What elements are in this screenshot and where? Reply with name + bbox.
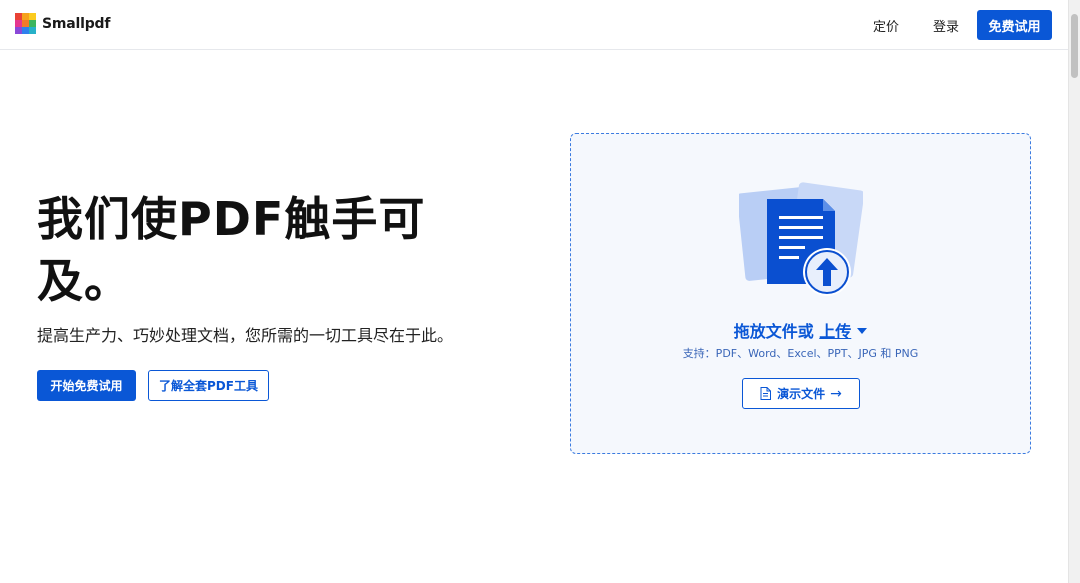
hero-subtitle: 提高生产力、巧妙处理文档，您所需的一切工具尽在于此。 (37, 326, 454, 345)
drop-text: 拖放文件或 (733, 322, 814, 341)
header-nav: 定价 登录 免费试用 (873, 0, 1052, 50)
explore-pdf-tools-button[interactable]: 了解全套PDF工具 (148, 370, 269, 401)
hero-actions: 开始免费试用 了解全套PDF工具 (37, 370, 269, 401)
file-dropzone[interactable]: 拖放文件或 上传 支持：PDF、Word、Excel、PPT、JPG 和 PNG… (570, 133, 1031, 454)
hero-title: 我们使PDF触手可及。 (37, 192, 426, 308)
scrollbar-thumb[interactable] (1071, 14, 1078, 78)
upload-document-icon (739, 182, 863, 296)
top-navigation-bar: Smallpdf 定价 登录 免费试用 (0, 0, 1068, 50)
document-icon (760, 387, 772, 400)
nav-pricing-link[interactable]: 定价 (873, 16, 899, 35)
brand-name: Smallpdf (42, 15, 111, 32)
nav-login-link[interactable]: 登录 (933, 16, 959, 35)
smallpdf-logo-icon (15, 13, 36, 34)
demo-file-button[interactable]: 演示文件 → (742, 378, 860, 409)
caret-down-icon[interactable] (857, 328, 868, 334)
header-free-trial-button[interactable]: 免费试用 (977, 10, 1052, 40)
arrow-right-icon: → (830, 385, 842, 402)
page-scrollbar[interactable] (1068, 0, 1080, 583)
demo-file-label: 演示文件 (777, 387, 826, 401)
drop-instruction: 拖放文件或 上传 (571, 318, 1030, 342)
upload-link[interactable]: 上传 (819, 322, 851, 341)
start-free-trial-button[interactable]: 开始免费试用 (37, 370, 136, 401)
supported-formats: 支持：PDF、Word、Excel、PPT、JPG 和 PNG (682, 347, 919, 360)
brand-logo[interactable]: Smallpdf (15, 13, 110, 34)
